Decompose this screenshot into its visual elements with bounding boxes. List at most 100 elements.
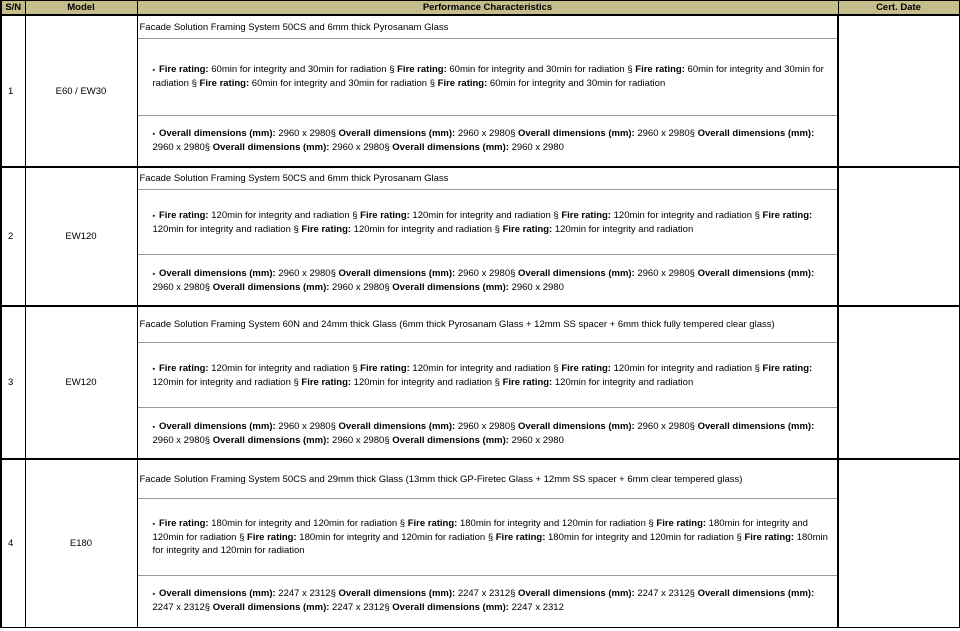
fire-rating-cell: ▪ Fire rating: 60min for integrity and 30… bbox=[138, 39, 836, 116]
dimensions-value: 2960 x 2980§ bbox=[152, 142, 213, 153]
fire-rating-value: 180min for integrity and 120min for radi… bbox=[545, 531, 745, 543]
fire-rating-label: Fire rating: bbox=[397, 64, 447, 75]
row-sn: 3 bbox=[0, 305, 26, 460]
fire-rating-value: 120min for integrity and radiation § bbox=[152, 223, 302, 235]
dimensions-label: Overall dimensions (mm): bbox=[518, 128, 635, 139]
dimensions-value: 2960 x 2980§ bbox=[275, 128, 339, 139]
fire-rating-label: Fire rating: bbox=[762, 209, 813, 221]
dimensions-cell: ▪ Overall dimensions (mm): 2960 x 2980§ O… bbox=[138, 255, 836, 305]
row-cert-date bbox=[837, 14, 960, 168]
row-sn: 1 bbox=[0, 14, 26, 168]
row-model: E60 / EW30 bbox=[24, 14, 138, 168]
dimensions-label: Overall dimensions (mm): bbox=[338, 420, 456, 432]
fire-rating-label: Fire rating: bbox=[158, 64, 209, 75]
row-sn: 2 bbox=[0, 166, 26, 307]
row-model: E180 bbox=[24, 458, 138, 628]
bullet-icon: ▪ bbox=[152, 365, 155, 373]
fire-rating-label: Fire rating: bbox=[158, 209, 209, 221]
dimensions-text: ▪ Overall dimensions (mm): 2960 x 2980§ O… bbox=[153, 127, 832, 154]
dimensions-value: 2960 x 2980§ bbox=[152, 281, 213, 293]
dimensions-value: 2960 x 2980§ bbox=[634, 128, 698, 139]
fire-rating-value: 60min for integrity and 30min for radiat… bbox=[446, 64, 636, 75]
dimensions-value: 2247 x 2312 bbox=[508, 602, 564, 614]
dimensions-label: Overall dimensions (mm): bbox=[338, 128, 456, 139]
dimensions-value: 2960 x 2980§ bbox=[634, 420, 698, 432]
fire-rating-text: ▪ Fire rating: 180min for integrity and 1… bbox=[153, 517, 832, 557]
fire-rating-label: Fire rating: bbox=[561, 362, 611, 374]
dimensions-label: Overall dimensions (mm): bbox=[392, 434, 509, 446]
dimensions-label: Overall dimensions (mm): bbox=[338, 588, 456, 600]
fire-rating-value: 120min for integrity and radiation bbox=[552, 223, 694, 235]
fire-rating-value: 120min for integrity and radiation § bbox=[409, 362, 562, 374]
system-title: Facade Solution Framing System 50CS and … bbox=[138, 169, 836, 190]
dimensions-label: Overall dimensions (mm): bbox=[212, 281, 330, 293]
bullet-icon: ▪ bbox=[152, 131, 155, 138]
dimensions-text: ▪ Overall dimensions (mm): 2960 x 2980§ O… bbox=[153, 267, 832, 294]
row-performance: Facade Solution Framing System 50CS and … bbox=[136, 458, 839, 628]
dimensions-label: Overall dimensions (mm): bbox=[518, 267, 635, 279]
fire-rating-value: 180min for integrity and 120min for radi… bbox=[208, 517, 408, 529]
dimensions-value: 2960 x 2980§ bbox=[275, 267, 339, 279]
dimensions-value: 2960 x 2980§ bbox=[455, 267, 519, 279]
dimensions-value: 2247 x 2312§ bbox=[152, 602, 213, 614]
table-row: 3 EW120 Facade Solution Framing System 6… bbox=[0, 305, 960, 460]
dimensions-value: 2960 x 2980§ bbox=[634, 267, 698, 279]
fire-rating-value: 120min for integrity and radiation § bbox=[208, 362, 361, 374]
fire-rating-cell: ▪ Fire rating: 120min for integrity and r… bbox=[138, 343, 836, 408]
bullet-icon: ▪ bbox=[152, 67, 155, 74]
dimensions-cell: ▪ Overall dimensions (mm): 2960 x 2980§ O… bbox=[138, 408, 836, 458]
dimensions-value: 2247 x 2312§ bbox=[634, 588, 698, 600]
dimensions-value: 2247 x 2312§ bbox=[329, 602, 393, 614]
fire-rating-value: 120min for integrity and radiation bbox=[552, 376, 694, 388]
dimensions-value: 2247 x 2312§ bbox=[275, 588, 339, 600]
fire-rating-label: Fire rating: bbox=[301, 223, 352, 235]
fire-rating-value: 120min for integrity and radiation § bbox=[208, 209, 361, 221]
dimensions-label: Overall dimensions (mm): bbox=[392, 602, 509, 614]
dimensions-label: Overall dimensions (mm): bbox=[518, 588, 635, 600]
fire-rating-label: Fire rating: bbox=[407, 517, 458, 529]
dimensions-label: Overall dimensions (mm): bbox=[338, 267, 456, 279]
fire-rating-value: 120min for integrity and radiation § bbox=[610, 362, 763, 374]
dimensions-value: 2960 x 2980§ bbox=[329, 434, 393, 446]
dimensions-value: 2960 x 2980 bbox=[508, 281, 564, 293]
dimensions-text: ▪ Overall dimensions (mm): 2247 x 2312§ O… bbox=[153, 587, 832, 614]
dimensions-value: 2960 x 2980§ bbox=[152, 434, 213, 446]
row-sn: 4 bbox=[0, 458, 26, 628]
bullet-icon: ▪ bbox=[152, 520, 155, 528]
dimensions-label: Overall dimensions (mm): bbox=[697, 128, 815, 139]
dimensions-label: Overall dimensions (mm): bbox=[158, 588, 276, 600]
fire-rating-text: ▪ Fire rating: 120min for integrity and r… bbox=[153, 362, 832, 389]
dimensions-label: Overall dimensions (mm): bbox=[697, 420, 815, 432]
system-title: Facade Solution Framing System 50CS and … bbox=[138, 461, 836, 499]
header-performance: Performance Characteristics bbox=[136, 0, 839, 16]
header-cert-date: Cert. Date bbox=[837, 0, 960, 16]
dimensions-label: Overall dimensions (mm): bbox=[392, 281, 509, 293]
dimensions-label: Overall dimensions (mm): bbox=[158, 267, 276, 279]
row-performance: Facade Solution Framing System 50CS and … bbox=[136, 166, 839, 307]
dimensions-value: 2960 x 2980§ bbox=[329, 281, 393, 293]
fire-rating-cell: ▪ Fire rating: 120min for integrity and r… bbox=[138, 190, 836, 255]
fire-rating-label: Fire rating: bbox=[158, 517, 209, 529]
dimensions-label: Overall dimensions (mm): bbox=[212, 434, 330, 446]
dimensions-label: Overall dimensions (mm): bbox=[518, 420, 635, 432]
row-performance: Facade Solution Framing System 60N and 2… bbox=[136, 305, 839, 460]
table-row: 1 E60 / EW30 Facade Solution Framing Sys… bbox=[0, 14, 960, 168]
fire-rating-label: Fire rating: bbox=[247, 531, 297, 543]
fire-rating-value: 120min for integrity and radiation § bbox=[351, 223, 503, 235]
fire-rating-label: Fire rating: bbox=[301, 376, 352, 388]
dimensions-label: Overall dimensions (mm): bbox=[392, 142, 509, 153]
fire-rating-value: 60min for integrity and 30min for radiat… bbox=[487, 78, 666, 89]
dimensions-label: Overall dimensions (mm): bbox=[158, 420, 276, 432]
fire-rating-label: Fire rating: bbox=[502, 223, 553, 235]
bullet-icon: ▪ bbox=[152, 212, 155, 220]
fire-rating-value: 120min for integrity and radiation § bbox=[409, 209, 562, 221]
fire-rating-value: 180min for integrity and 120min for radi… bbox=[296, 531, 496, 543]
table-row: 2 EW120 Facade Solution Framing System 5… bbox=[0, 166, 960, 307]
dimensions-value: 2960 x 2980§ bbox=[275, 420, 339, 432]
dimensions-text: ▪ Overall dimensions (mm): 2960 x 2980§ O… bbox=[153, 420, 832, 447]
row-model: EW120 bbox=[24, 305, 138, 460]
dimensions-value: 2960 x 2980§ bbox=[455, 128, 519, 139]
row-model: EW120 bbox=[24, 166, 138, 307]
dimensions-label: Overall dimensions (mm): bbox=[212, 142, 330, 153]
row-cert-date bbox=[837, 166, 960, 307]
